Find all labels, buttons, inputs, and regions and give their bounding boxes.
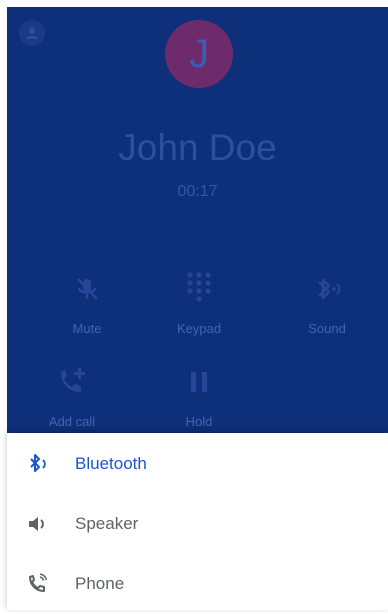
mute-button[interactable]: Mute <box>37 269 137 336</box>
audio-option-label: Phone <box>75 574 125 593</box>
add-call-button[interactable]: Add call <box>22 362 122 429</box>
top-margin <box>0 0 388 7</box>
add-call-label: Add call <box>48 414 96 429</box>
hold-button[interactable]: Hold <box>149 362 249 429</box>
mute-label: Mute <box>72 321 102 336</box>
phone-icon <box>29 573 48 592</box>
contact-card-button[interactable] <box>19 20 45 46</box>
caller-name: John Doe <box>118 127 277 168</box>
dialpad-icon <box>187 272 211 302</box>
keypad-button[interactable]: Keypad <box>149 269 249 336</box>
bluetooth-audio-icon <box>318 278 341 300</box>
speaker-icon <box>29 517 44 531</box>
avatar: J <box>165 20 233 88</box>
contact-card-icon <box>26 28 38 39</box>
in-call-screen: J John Doe 00:17 Mute Keypad Sound Add c… <box>7 7 388 433</box>
audio-option-phone[interactable]: Phone <box>7 554 388 614</box>
left-margin <box>0 0 7 610</box>
audio-route-sheet: Bluetooth Speaker Phone <box>7 433 388 610</box>
add-call-icon <box>61 368 85 392</box>
mic-off-icon <box>77 278 98 300</box>
call-timer: 00:17 <box>177 183 218 200</box>
pause-icon <box>191 372 207 392</box>
audio-option-bluetooth[interactable]: Bluetooth <box>7 434 388 494</box>
hold-label: Hold <box>185 414 213 429</box>
keypad-label: Keypad <box>176 321 222 336</box>
sound-label: Sound <box>308 321 346 336</box>
audio-option-label: Bluetooth <box>75 454 147 473</box>
avatar-initial: J <box>189 31 209 76</box>
audio-option-speaker[interactable]: Speaker <box>7 494 388 554</box>
audio-option-label: Speaker <box>75 514 139 533</box>
bluetooth-icon <box>30 454 46 472</box>
sound-button[interactable]: Sound <box>277 269 377 336</box>
